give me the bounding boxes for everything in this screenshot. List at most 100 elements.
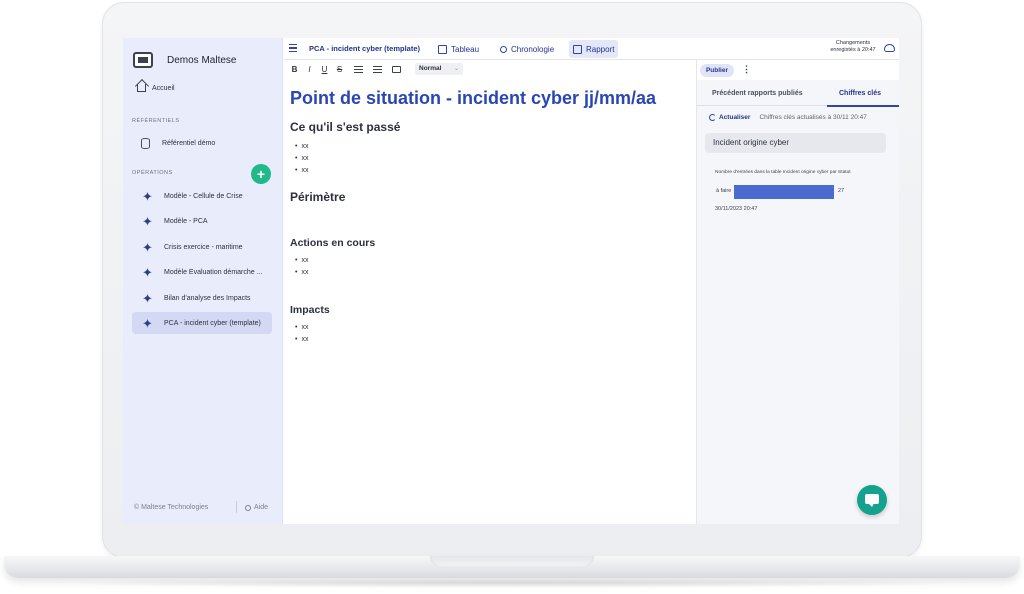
laptop-notch <box>430 556 594 568</box>
operation-star-icon: ✦ <box>142 264 153 280</box>
underline-button[interactable]: U <box>320 65 329 74</box>
active-tab-indicator <box>827 105 899 107</box>
document-content[interactable]: Point de situation - incident cyber jj/m… <box>290 88 690 343</box>
operation-star-icon: ✦ <box>142 239 153 255</box>
publish-button[interactable]: Publier <box>700 64 734 77</box>
sidebar-item-label: Accueil <box>152 84 175 92</box>
timeline-icon <box>500 45 507 53</box>
bar-category-label: à faire <box>716 188 732 194</box>
tab-label: Rapport <box>586 44 615 54</box>
home-icon <box>137 84 146 92</box>
sidebar-item-label: Modèle Evaluation démarche ... <box>164 268 263 276</box>
help-link[interactable]: Aide <box>245 504 268 511</box>
bold-button[interactable]: B <box>290 65 299 74</box>
top-bar: PCA - incident cyber (template) Tableau … <box>284 38 899 60</box>
strikethrough-button[interactable]: S <box>335 65 344 74</box>
bullet-list: xx xx xx <box>295 141 308 177</box>
sidebar-item-operation[interactable]: ✦ Modèle Evaluation démarche ... <box>132 261 272 283</box>
sidebar-footer: © Maltese Technologies Aide <box>123 501 283 513</box>
add-operation-button[interactable]: + <box>251 164 271 184</box>
sidebar-item-operation[interactable]: ✦ Crisis exercice - maritime <box>132 236 272 258</box>
sidebar-item-label: Modèle - Cellule de Crise <box>164 192 243 200</box>
editor-toolbar: B I U S Normal ⌄ <box>284 60 696 78</box>
section-title-referentiels: RÉFÉRENTIELS <box>132 118 180 124</box>
tab-previous-reports[interactable]: Précédent rapports publiés <box>712 90 803 97</box>
bullet-list: xx xx <box>295 255 308 279</box>
tab-label: Chronologie <box>511 44 555 54</box>
sidebar-item-referentiel-demo[interactable]: Référentiel démo <box>141 138 215 149</box>
italic-button[interactable]: I <box>305 65 314 74</box>
sidebar-item-label: PCA - incident cyber (template) <box>164 319 261 327</box>
section-heading: Périmètre <box>290 190 346 204</box>
workspace-switcher[interactable]: Demos Maltese <box>133 52 236 68</box>
refresh-timestamp: Chiffres clés actualisés à 30/11 20:47 <box>759 114 867 121</box>
sidebar-item-label: Bilan d'analyse des Impacts <box>164 294 251 302</box>
laptop-mockup: Demos Maltese Accueil RÉFÉRENTIELS Référ… <box>0 0 1024 594</box>
save-status-line: Changements <box>835 40 871 46</box>
list-item: xx <box>295 322 308 334</box>
chart-date: 30/11/2023 20:47 <box>715 206 758 212</box>
sidebar-item-label: Crisis exercice - maritime <box>164 243 243 251</box>
list-item: xx <box>295 267 308 279</box>
collapse-sidebar-icon[interactable] <box>289 44 299 52</box>
more-options-icon[interactable]: ⋮ <box>742 65 751 74</box>
chart-title: Nombre d'entrées dans la table Incident … <box>715 170 851 175</box>
sidebar-item-operation[interactable]: ✦ Modèle - Cellule de Crise <box>132 185 272 207</box>
report-title: Point de situation - incident cyber jj/m… <box>290 88 657 108</box>
laptop-shadow <box>40 578 984 588</box>
help-label: Aide <box>254 504 269 511</box>
tab-rapport[interactable]: Rapport <box>569 40 619 58</box>
workspace-logo-icon <box>133 52 153 68</box>
help-icon <box>245 504 251 511</box>
section-title-operations: OPÉRATIONS <box>132 170 173 176</box>
bar-value-label: 27 <box>838 188 845 194</box>
cloud-sync-icon[interactable] <box>884 44 895 52</box>
app-screen: Demos Maltese Accueil RÉFÉRENTIELS Référ… <box>123 38 899 524</box>
list-item: xx <box>295 141 308 153</box>
panel-tabs: Précédent rapports publiés Chiffres clés <box>697 84 899 107</box>
save-status: Changements enregistés à 20:47 <box>822 40 884 54</box>
workspace-name: Demos Maltese <box>167 54 237 66</box>
footer-divider <box>236 501 237 513</box>
bullet-list: xx xx <box>295 322 308 346</box>
sidebar-item-operation[interactable]: ✦ Bilan d'analyse des Impacts <box>132 287 272 309</box>
database-icon <box>141 138 150 149</box>
kpi-chart: Nombre d'entrées dans la table Incident … <box>705 160 890 240</box>
bullet-list-icon[interactable] <box>373 65 382 73</box>
operation-star-icon: ✦ <box>142 315 153 331</box>
section-heading: Actions en cours <box>290 237 376 249</box>
chevron-down-icon: ⌄ <box>453 66 459 72</box>
document-title: PCA - incident cyber (template) <box>309 44 420 53</box>
sidebar-item-operation-active[interactable]: ✦ PCA - incident cyber (template) <box>132 312 272 334</box>
operation-star-icon: ✦ <box>142 290 153 306</box>
text-style-value: Normal <box>419 65 442 72</box>
insert-image-icon[interactable] <box>392 65 401 73</box>
operation-star-icon: ✦ <box>142 188 153 204</box>
tab-chronologie[interactable]: Chronologie <box>496 40 558 58</box>
operation-star-icon: ✦ <box>142 213 153 229</box>
sidebar-item-operation[interactable]: ✦ Modèle - PCA <box>132 210 272 232</box>
copyright-text: © Maltese Technologies <box>134 504 209 511</box>
sidebar-item-home[interactable]: Accueil <box>137 84 175 92</box>
list-item: xx <box>295 255 308 267</box>
table-icon <box>438 44 447 54</box>
report-icon <box>573 44 582 54</box>
tab-tableau[interactable]: Tableau <box>434 40 483 58</box>
tab-label: Tableau <box>451 44 480 54</box>
sidebar-item-label: Modèle - PCA <box>164 217 208 225</box>
text-style-select[interactable]: Normal ⌄ <box>415 63 463 75</box>
sidebar-item-label: Référentiel démo <box>162 140 216 147</box>
list-item: xx <box>295 165 308 177</box>
ordered-list-icon[interactable] <box>354 65 363 73</box>
refresh-button[interactable]: Actualiser <box>719 114 750 121</box>
section-heading: Impacts <box>290 304 330 316</box>
list-item: xx <box>295 334 308 346</box>
refresh-icon[interactable] <box>709 114 716 121</box>
chat-button[interactable] <box>857 485 887 515</box>
kpi-title[interactable]: Incident origine cyber <box>705 133 886 153</box>
chart-bar <box>734 185 834 199</box>
report-editor: B I U S Normal ⌄ Point de situation - in… <box>284 60 696 524</box>
refresh-row: Actualiser Chiffres clés actualisés à 30… <box>709 114 867 121</box>
tab-key-figures[interactable]: Chiffres clés <box>839 90 881 97</box>
sidebar: Demos Maltese Accueil RÉFÉRENTIELS Référ… <box>123 38 283 524</box>
